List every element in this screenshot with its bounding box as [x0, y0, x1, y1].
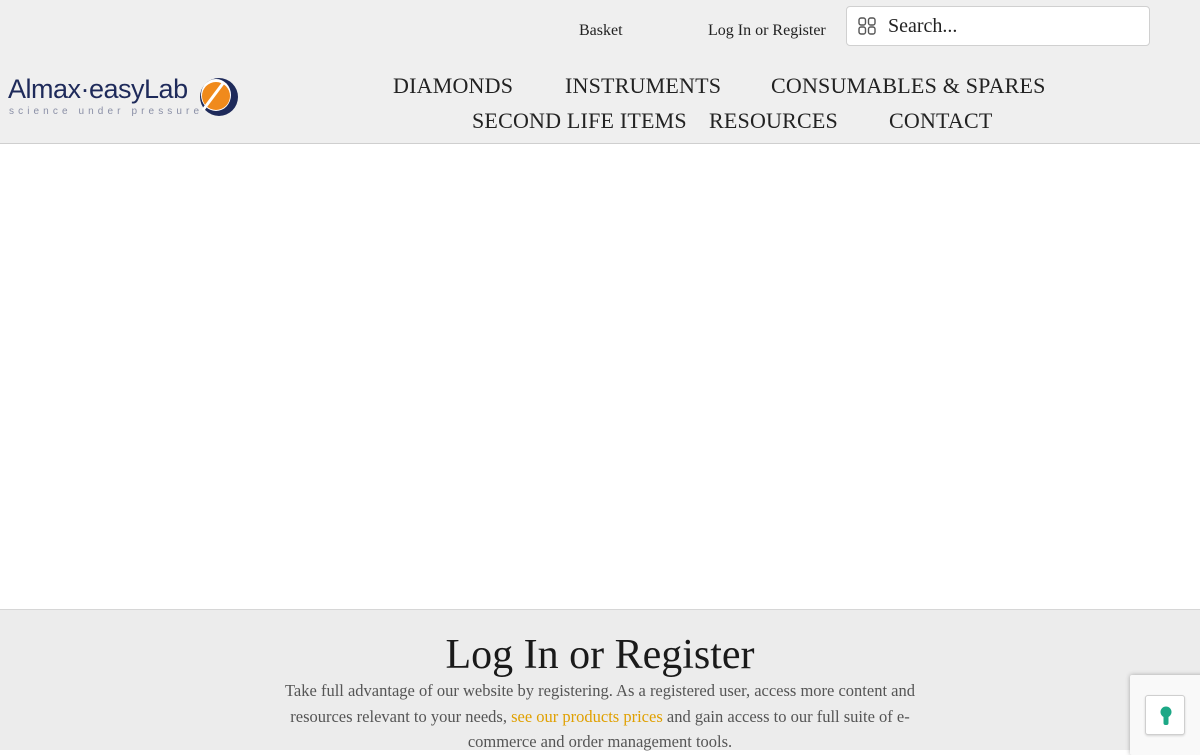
- login-register-link[interactable]: Log In or Register: [708, 22, 826, 40]
- nav-instruments[interactable]: INSTRUMENTS: [565, 73, 721, 99]
- logo-tagline: science under pressure: [9, 106, 204, 117]
- basket-link[interactable]: Basket: [579, 22, 623, 40]
- login-register-section: Log In or Register Take full advantage o…: [0, 609, 1200, 751]
- login-section-description: Take full advantage of our website by re…: [270, 678, 930, 755]
- grid-search-icon[interactable]: [858, 17, 876, 35]
- nav-contact[interactable]: CONTACT: [889, 108, 993, 134]
- almax-easylab-logo[interactable]: Almax·easyLab science under pressure: [6, 74, 242, 122]
- nav-diamonds[interactable]: DIAMONDS: [393, 73, 513, 99]
- recaptcha-logo: [1145, 695, 1185, 735]
- logo-wordmark: Almax·easyLab: [8, 74, 188, 104]
- nav-consumables-spares[interactable]: CONSUMABLES & SPARES: [771, 73, 1046, 99]
- login-section-title: Log In or Register: [445, 632, 755, 678]
- logo-diamond-mark-icon: [198, 76, 240, 118]
- products-prices-link[interactable]: see our products prices: [511, 707, 663, 726]
- nav-second-life-items[interactable]: SECOND LIFE ITEMS: [472, 108, 687, 134]
- site-header: Basket Log In or Register Almax·easyLab …: [0, 0, 1200, 144]
- search-input[interactable]: [888, 14, 1128, 38]
- recaptcha-badge[interactable]: [1130, 675, 1200, 755]
- nav-resources[interactable]: RESOURCES: [709, 108, 838, 134]
- recaptcha-keyhole-icon: [1160, 706, 1172, 725]
- search-box[interactable]: [846, 6, 1150, 46]
- main-content-area: [0, 144, 1200, 609]
